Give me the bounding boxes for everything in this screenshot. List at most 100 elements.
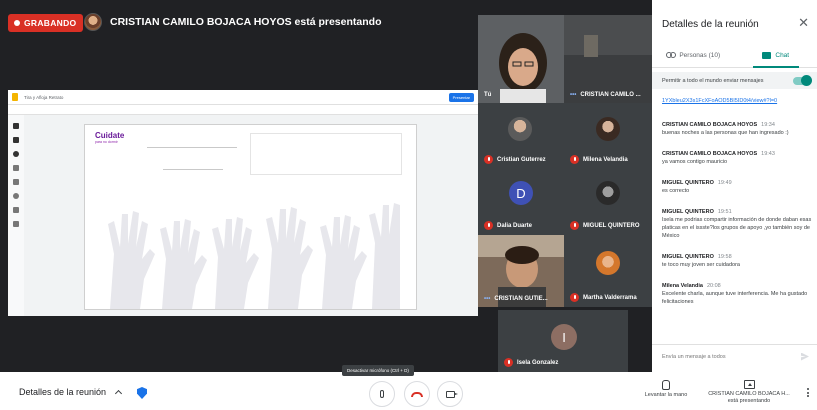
bottom-bar: Detalles de la reunión Desactivar micróf… — [0, 365, 817, 410]
speaking-indicator-icon: ••• — [484, 296, 491, 302]
slide-divider — [163, 169, 223, 170]
recording-label: GRABANDO — [24, 18, 77, 28]
message-header: MIGUEL QUINTERO 19:58 — [662, 254, 812, 262]
close-icon[interactable]: ✕ — [798, 15, 809, 31]
chat-link[interactable]: 1YXbleu2X3s1FcXFoAOD5BI5ID0t4/view#?l=0 — [662, 98, 812, 106]
pen-icon — [13, 123, 19, 129]
chat-message: MIGUEL QUINTERO 19:49 es correcto — [662, 180, 812, 196]
mic-off-icon — [484, 155, 493, 164]
message-author: CRISTIAN CAMILO BOJACA HOYOS — [662, 150, 758, 157]
participant-label: Dalia Duarte — [497, 222, 533, 229]
message-author: MIGUEL QUINTERO — [662, 253, 714, 260]
message-time: 20:08 — [706, 282, 721, 289]
mic-off-icon — [570, 221, 579, 230]
ellipse-tool-icon — [13, 193, 19, 199]
tab-chat[interactable]: Chat — [735, 44, 817, 68]
circle-tool-icon — [13, 151, 19, 157]
tab-chat-label: Chat — [775, 52, 790, 59]
participant-label: Isela Gonzalez — [517, 359, 559, 366]
raise-hand-button[interactable]: Levantar la mano — [640, 380, 692, 399]
participant-avatar: I — [551, 324, 577, 350]
participant-tile[interactable]: D Dalia Duarte — [478, 169, 564, 235]
slide-text-box — [250, 133, 402, 175]
participant-label: Tú — [484, 92, 492, 98]
message-text: es correcto — [662, 187, 690, 194]
participant-avatar: D — [509, 181, 533, 205]
slide-brand: Cuidate para no dormir — [95, 131, 124, 144]
message-author: MIGUEL QUINTERO — [662, 208, 714, 215]
message-header: MIGUEL QUINTERO 19:51 — [662, 209, 812, 217]
participant-tile-self[interactable]: Tú — [478, 15, 564, 103]
chat-message: MIGUEL QUINTERO 19:58 te toco muy joven s… — [662, 254, 812, 270]
message-text: Excelente charla, aunque tuve interferen… — [662, 290, 808, 305]
presenter-avatar — [84, 13, 102, 31]
allow-messages-row: Permitir a todo el mundo enviar mensajes — [652, 72, 817, 89]
slides-logo-icon — [12, 93, 18, 101]
presenting-name: CRISTIAN CAMILO BOJACA H... — [708, 391, 790, 397]
participant-label: CRISTIAN CAMILO ... — [580, 92, 641, 98]
hang-up-button[interactable] — [404, 381, 430, 407]
participant-tile[interactable]: Martha Valderrama — [564, 235, 652, 307]
presenting-button[interactable]: CRISTIAN CAMILO BOJACA H... está present… — [701, 380, 797, 405]
participant-label: MIGUEL QUINTERO — [583, 222, 640, 229]
meeting-details-panel: Detalles de la reunión ✕ Personas (10) C… — [652, 0, 817, 372]
participant-tile[interactable]: MIGUEL QUINTERO — [564, 169, 652, 235]
participant-name: Martha Valderrama — [570, 293, 637, 302]
chat-input[interactable] — [662, 353, 801, 360]
meeting-details-label: Detalles de la reunión — [19, 387, 107, 397]
slides-format-bar — [8, 105, 478, 115]
mic-icon — [380, 390, 384, 398]
people-icon — [666, 52, 677, 59]
participant-tile[interactable]: ••• CRISTIAN GUTIE... — [478, 235, 564, 307]
send-icon[interactable] — [801, 352, 809, 361]
message-text: Isela me podrias compartir información d… — [662, 216, 812, 239]
tab-people[interactable]: Personas (10) — [652, 44, 735, 67]
participant-name: ••• CRISTIAN GUTIE... — [484, 296, 548, 302]
participant-label: CRISTIAN GUTIE... — [494, 296, 548, 302]
participant-name: Dalia Duarte — [484, 221, 532, 230]
chat-message: CRISTIAN CAMILO BOJACA HOYOS 19:34 buenas… — [662, 122, 812, 138]
slide-brand-subtitle: para no dormir — [95, 140, 118, 144]
more-options-icon[interactable] — [807, 388, 809, 397]
laser-tool-icon — [13, 221, 19, 227]
chat-icon — [762, 52, 772, 59]
hang-up-icon — [411, 391, 423, 397]
message-author: CRISTIAN CAMILO BOJACA HOYOS — [662, 121, 758, 128]
message-header: CRISTIAN CAMILO BOJACA HOYOS 19:43 — [662, 151, 812, 159]
message-time: 19:43 — [761, 150, 775, 157]
slide-canvas: Cuidate para no dormir — [84, 124, 417, 310]
message-time: 19:58 — [717, 253, 732, 260]
participant-tile[interactable]: Cristian Guterrez — [478, 103, 564, 169]
participant-tile-presenter[interactable]: ••• CRISTIAN CAMILO ... — [564, 15, 652, 103]
allow-messages-toggle[interactable] — [793, 74, 812, 86]
presenting-status: está presentando — [727, 398, 771, 405]
participant-avatar — [596, 117, 620, 141]
mic-button[interactable] — [369, 381, 395, 407]
participant-tile[interactable]: Milena Velandia — [564, 103, 652, 169]
camera-button[interactable] — [437, 381, 463, 407]
message-time: 19:49 — [717, 179, 732, 186]
mic-tooltip: Desactivar micrófono (Ctrl + D) — [342, 365, 414, 376]
participant-name: Tú — [484, 92, 491, 98]
panel-title: Detalles de la reunión — [662, 19, 759, 30]
marker-icon — [13, 137, 19, 143]
message-time: 19:34 — [761, 121, 775, 128]
participant-label: Milena Velandia — [583, 156, 628, 163]
allow-messages-label: Permitir a todo el mundo enviar mensajes — [662, 77, 764, 84]
participant-name: ••• CRISTIAN CAMILO ... — [570, 92, 641, 98]
raised-hands-illustration — [108, 203, 400, 309]
participant-name: Cristian Guterrez — [484, 155, 546, 164]
message-text: ya vamos contigo mauricio — [662, 158, 728, 165]
mic-off-icon — [504, 358, 513, 367]
chat-message: MIGUEL QUINTERO 19:51 Isela me podrias co… — [662, 209, 812, 241]
mic-off-icon — [570, 293, 579, 302]
message-author: MIGUEL QUINTERO — [662, 179, 714, 186]
message-author: Milena Velandia — [662, 282, 703, 289]
meeting-details-button[interactable]: Detalles de la reunión — [19, 387, 123, 398]
participant-tile[interactable]: I Isela Gonzalez — [498, 310, 628, 372]
participant-avatar — [596, 181, 620, 205]
speaking-indicator-icon: ••• — [570, 92, 577, 98]
presenter-banner: CRISTIAN CAMILO BOJACA HOYOS está presen… — [84, 13, 381, 31]
presenter-video-feed — [564, 15, 652, 103]
shield-icon[interactable] — [137, 387, 147, 399]
